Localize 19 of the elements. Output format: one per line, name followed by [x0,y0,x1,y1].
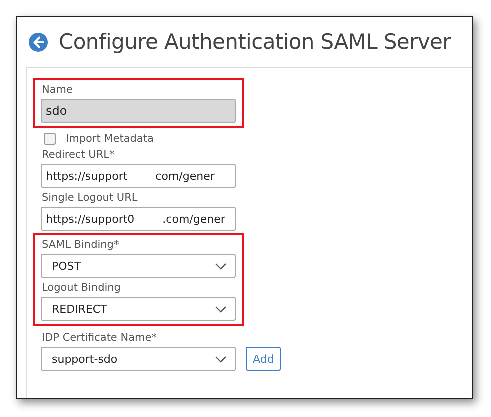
field-label: SAML Binding* [42,239,120,251]
input-field[interactable]: https://support com/gener [41,164,236,188]
page-title: Configure Authentication SAML Server [59,30,451,54]
field-label: Redirect URL* [42,149,116,161]
checkbox[interactable] [44,133,56,145]
field-label: Name [42,84,74,96]
chevron-icon [215,306,227,312]
dropdown[interactable]: support-sdo [41,347,236,371]
dropdown[interactable]: REDIRECT [41,297,236,321]
add-button[interactable]: Add [246,347,282,371]
input-field[interactable]: https://support0 .com/gener [41,207,236,231]
field-label: IDP Certificate Name* [42,332,158,344]
dropdown[interactable]: POST [41,254,236,278]
back-icon[interactable] [29,32,48,52]
field-label: Logout Binding [42,282,122,294]
field-label: Single Logout URL [42,192,139,204]
checkbox-label: Import Metadata [66,133,154,145]
chevron-icon [215,262,227,270]
chevron-icon [215,356,227,362]
